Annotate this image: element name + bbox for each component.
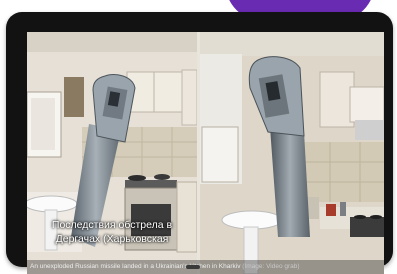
device-home-indicator	[186, 265, 200, 269]
photo-caption-source: (Image: Video grab)	[242, 263, 300, 270]
kitchen-scene-right	[200, 32, 384, 274]
kitchen-photo-left: Последствия обстрела в Дергачах (Харьков…	[27, 32, 197, 274]
tablet-frame: Последствия обстрела в Дергачах (Харьков…	[6, 12, 393, 274]
overlay-caption-line-2: Дергачах (Харьковская	[55, 233, 169, 245]
overlay-caption-line-1: Последствия обстрела в	[51, 219, 173, 231]
kitchen-photo-right	[200, 32, 384, 274]
screen: Последствия обстрела в Дергачах (Харьков…	[27, 32, 384, 274]
photo-caption-text: An unexploded Russian missile landed in …	[30, 263, 241, 270]
photo-caption: An unexploded Russian missile landed in …	[27, 260, 384, 274]
video-overlay-caption: Последствия обстрела в Дергачах (Харьков…	[27, 218, 197, 246]
